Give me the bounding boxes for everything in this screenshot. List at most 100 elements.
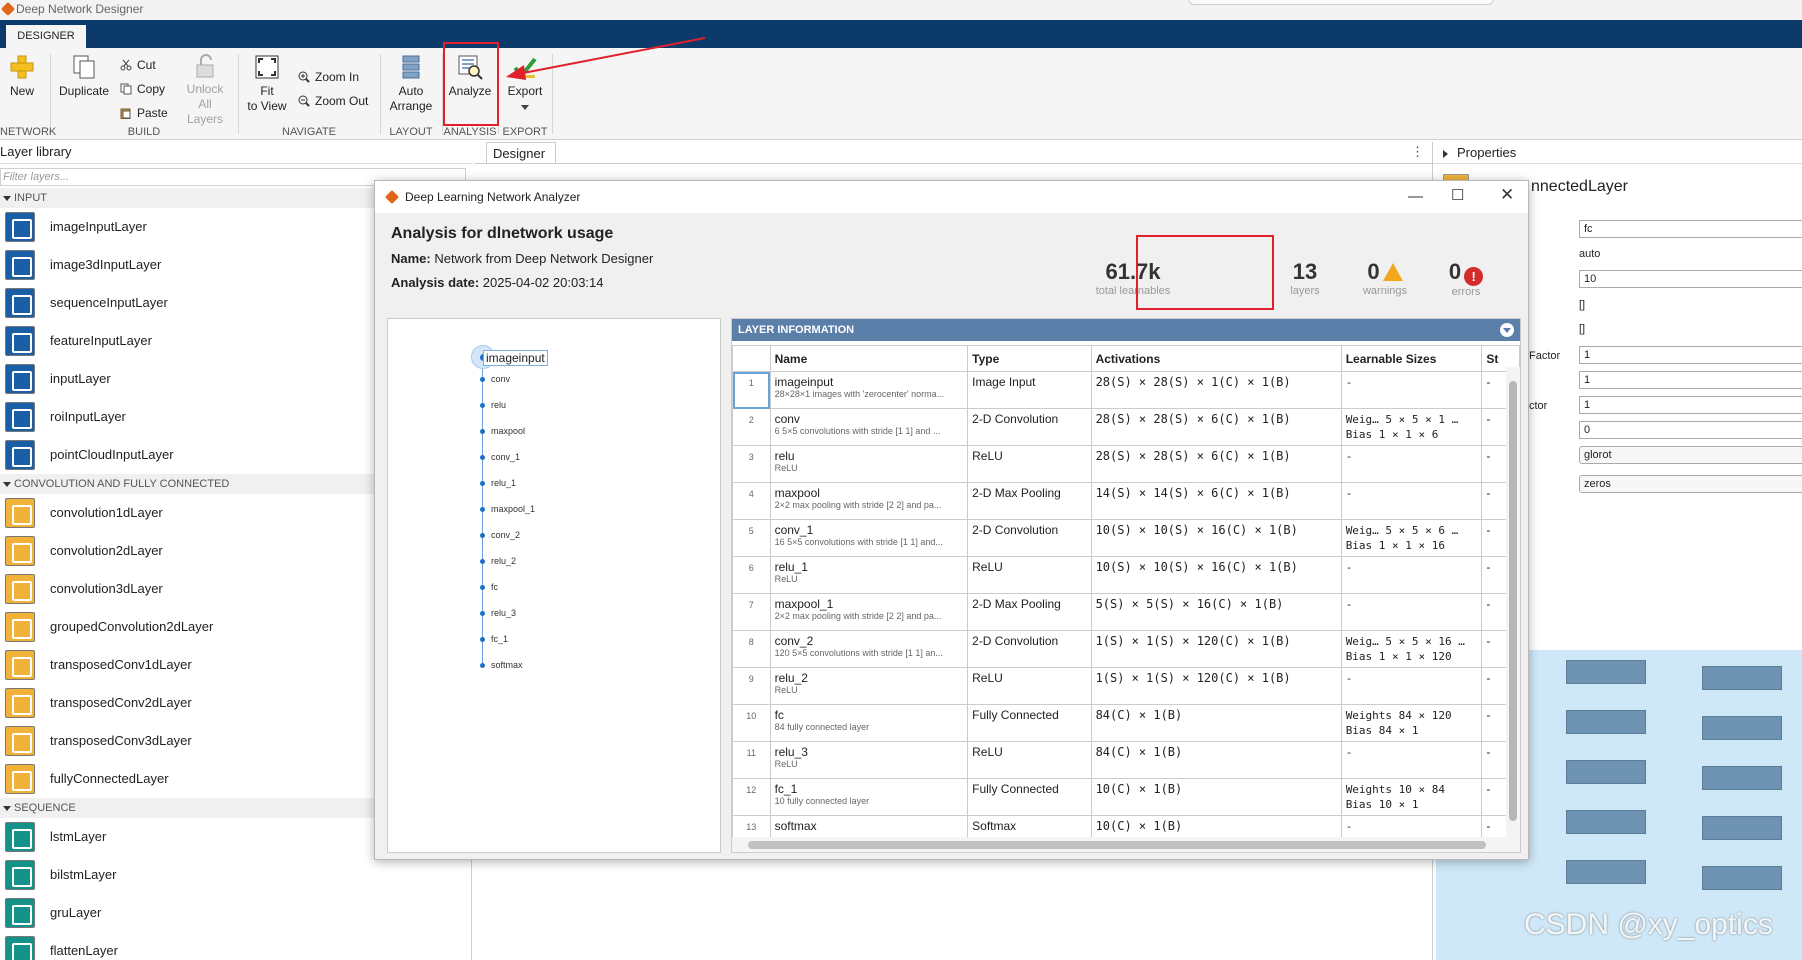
learnable-line: - — [1345, 561, 1353, 574]
graph-node[interactable] — [480, 507, 485, 512]
library-item-label: flattenLayer — [50, 943, 118, 958]
learnable-line: Bias 1 × 1 × 6 — [1345, 428, 1439, 441]
tab-designer[interactable]: DESIGNER — [6, 25, 86, 48]
table-header-row: Name Type Activations Learnable Sizes St — [732, 345, 1520, 372]
table-vertical-scrollbar[interactable] — [1506, 367, 1520, 839]
network-name-line: Name: Network from Deep Network Designer — [391, 251, 653, 266]
unlock-all-layers-button[interactable]: Unlock All Layers — [180, 54, 230, 127]
graph-node-label: fc_1 — [491, 634, 509, 644]
table-row[interactable]: 12 fc_1 10 fully connected layer Fully Conn… — [732, 778, 1520, 816]
duplicate-icon — [73, 55, 95, 79]
table-row[interactable]: 10 fc 84 fully connected layer Fully Connec… — [732, 704, 1520, 742]
ribbon-toolbar: New NETWORK Duplicate Cut Copy Paste Unl… — [0, 42, 1802, 140]
column-activations[interactable]: Activations — [1090, 345, 1342, 372]
group-separator — [50, 54, 51, 134]
graph-node[interactable] — [480, 637, 485, 642]
collapse-icon[interactable] — [1500, 323, 1514, 337]
graph-node[interactable] — [480, 481, 485, 486]
matlab-logo-icon — [384, 189, 400, 205]
bias-initializer-dropdown[interactable]: zeros — [1579, 475, 1802, 493]
graph-node[interactable] — [480, 429, 485, 434]
graph-node[interactable] — [480, 403, 485, 408]
table-row[interactable]: 1 imageinput 28×28×1 images with 'zerocent… — [732, 371, 1520, 409]
column-learnable-sizes[interactable]: Learnable Sizes — [1340, 345, 1483, 372]
library-item-label: gruLayer — [50, 905, 102, 920]
fit-to-view-button[interactable]: Fit to View — [244, 54, 290, 114]
error-icon: ! — [1464, 267, 1484, 286]
properties-header[interactable]: Properties — [1433, 142, 1802, 164]
maximize-icon[interactable]: ☐ — [1451, 188, 1464, 204]
table-row[interactable]: 11 relu_3 ReLU ReLU 84(C) × 1(B) - - — [732, 741, 1520, 779]
graph-node[interactable] — [480, 377, 485, 382]
table-row[interactable]: 3 relu ReLU ReLU 28(S) × 28(S) × 6(C) × 1(B)… — [732, 445, 1520, 483]
graph-node[interactable] — [480, 559, 485, 564]
layer-icon — [5, 536, 35, 566]
table-row[interactable]: 2 conv 6 5×5 convolutions with stride [1 1… — [732, 408, 1520, 446]
layer-icon — [5, 822, 35, 852]
property-field-name[interactable]: fc — [1579, 220, 1802, 238]
table-row[interactable]: 7 maxpool_1 2×2 max pooling with stride [2… — [732, 593, 1520, 631]
column-name[interactable]: Name — [769, 345, 969, 372]
layer-name: relu — [774, 449, 795, 463]
property-field[interactable]: 1 — [1579, 346, 1802, 364]
graph-node-imageinput[interactable]: imageinput — [483, 350, 548, 366]
table-horizontal-scrollbar[interactable] — [732, 837, 1520, 852]
table-row[interactable]: 4 maxpool 2×2 max pooling with stride [2 2… — [732, 482, 1520, 520]
graph-node[interactable] — [480, 533, 485, 538]
library-item[interactable]: gruLayer — [0, 894, 471, 932]
scroll-thumb[interactable] — [748, 841, 1486, 849]
layer-name-cell: fc_1 10 fully connected layer — [769, 778, 969, 816]
minimize-icon[interactable]: — — [1408, 189, 1423, 205]
graph-node[interactable] — [480, 611, 485, 616]
graph-edge — [482, 369, 483, 663]
property-field[interactable]: 1 — [1579, 396, 1802, 414]
activations-cell: 14(S) × 14(S) × 6(C) × 1(B) — [1090, 482, 1342, 520]
library-item-label: image3dInputLayer — [50, 257, 162, 272]
table-row[interactable]: 5 conv_1 16 5×5 convolutions with stride [… — [732, 519, 1520, 557]
layer-name-cell: conv_1 16 5×5 convolutions with stride [1… — [769, 519, 969, 557]
column-index[interactable] — [732, 345, 771, 372]
property-field[interactable]: 0 — [1579, 421, 1802, 439]
auto-arrange-button[interactable]: Auto Arrange — [386, 54, 436, 114]
library-item-label: groupedConvolution2dLayer — [50, 619, 214, 634]
weights-initializer-dropdown[interactable]: glorot — [1579, 446, 1802, 464]
paste-button[interactable]: Paste — [120, 106, 168, 120]
close-icon[interactable]: ✕ — [1500, 186, 1514, 203]
graph-node[interactable] — [480, 455, 485, 460]
activations-cell: 28(S) × 28(S) × 6(C) × 1(B) — [1090, 408, 1342, 446]
graph-node[interactable] — [480, 585, 485, 590]
table-row[interactable]: 8 conv_2 120 5×5 convolutions with stride … — [732, 630, 1520, 668]
library-item[interactable]: flattenLayer — [0, 932, 471, 960]
property-field[interactable]: 1 — [1579, 371, 1802, 389]
library-item-label: bilstmLayer — [50, 867, 117, 882]
graph-node[interactable] — [480, 663, 485, 668]
more-options-icon[interactable]: ⋮ — [1411, 144, 1424, 160]
cut-button[interactable]: Cut — [120, 58, 156, 72]
new-plus-icon — [10, 55, 34, 79]
layer-description: 120 5×5 convolutions with stride [1 1] a… — [774, 648, 943, 658]
table-row[interactable]: 9 relu_2 ReLU ReLU 1(S) × 1(S) × 120(C) × 1(… — [732, 667, 1520, 705]
layer-name-cell: relu_1 ReLU — [769, 556, 969, 594]
new-button[interactable]: New — [4, 54, 40, 99]
layer-description: ReLU — [774, 463, 798, 473]
property-field-output-size[interactable]: 10 — [1579, 270, 1802, 288]
layer-type-cell: Fully Connected — [967, 704, 1092, 742]
overview-block — [1702, 716, 1782, 740]
library-item[interactable]: bilstmLayer — [0, 856, 471, 894]
tab-designer-canvas[interactable]: Designer — [486, 142, 556, 164]
duplicate-button[interactable]: Duplicate — [56, 54, 112, 99]
network-graph-pane[interactable]: imageinput conv relu maxpool conv_1 relu_1 ma… — [387, 318, 721, 853]
zoom-out-button[interactable]: Zoom Out — [298, 94, 368, 108]
library-item-label: imageInputLayer — [50, 219, 147, 234]
learnable-sizes-cell: - — [1340, 482, 1483, 520]
zoom-in-button[interactable]: Zoom In — [298, 70, 359, 84]
column-type[interactable]: Type — [967, 345, 1092, 372]
matlab-logo-icon — [0, 1, 16, 17]
row-index: 2 — [732, 408, 771, 446]
export-dropdown-icon[interactable] — [521, 105, 529, 110]
copy-button[interactable]: Copy — [120, 82, 165, 96]
layer-icon — [5, 650, 35, 680]
activations-cell: 10(S) × 10(S) × 16(C) × 1(B) — [1090, 556, 1342, 594]
scroll-thumb[interactable] — [1509, 381, 1517, 821]
table-row[interactable]: 6 relu_1 ReLU ReLU 10(S) × 10(S) × 16(C) × 1… — [732, 556, 1520, 594]
